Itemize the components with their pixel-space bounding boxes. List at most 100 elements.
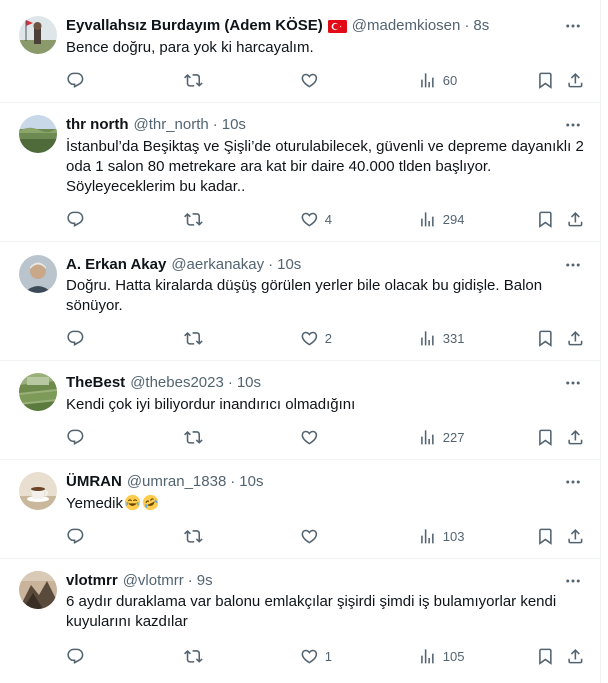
tweet-text: Doğru. Hatta kiralarda düşüş görülen yer… <box>66 277 543 314</box>
user-handle[interactable]: @thr_north <box>133 115 208 135</box>
display-name[interactable]: thr north <box>66 115 128 135</box>
reply-icon <box>67 429 84 445</box>
more-icon[interactable] <box>564 572 582 590</box>
timestamp[interactable]: 9s <box>197 571 213 591</box>
tweet[interactable]: vlotmrr @vlotmrr · 9s 6 aydır duraklama … <box>0 559 601 683</box>
more-icon[interactable] <box>564 116 582 134</box>
like-button[interactable] <box>300 70 325 90</box>
separator-dot: · <box>212 116 218 133</box>
user-handle[interactable]: @umran_1838 <box>127 472 226 492</box>
tweet-text: Kendi çok iyi biliyordur inandırıcı olma… <box>66 396 356 413</box>
share-button[interactable] <box>566 427 585 447</box>
views-button[interactable]: 227 <box>418 427 464 447</box>
like-button[interactable] <box>300 526 325 546</box>
tweet[interactable]: TheBest @thebes2023 · 10s Kendi çok iyi … <box>0 361 601 460</box>
separator-dot: · <box>268 256 274 273</box>
bookmark-button[interactable] <box>536 328 555 348</box>
reply-button[interactable] <box>66 526 91 546</box>
views-button[interactable]: 103 <box>418 526 464 546</box>
view-count: 105 <box>442 648 465 664</box>
turkey-flag-icon <box>327 19 347 33</box>
bookmark-button[interactable] <box>536 209 555 229</box>
views-button[interactable]: 294 <box>418 209 464 229</box>
retweet-button[interactable] <box>184 646 209 666</box>
face-with-tears-of-joy-icon <box>124 494 141 511</box>
bookmark-button[interactable] <box>536 526 555 546</box>
share-button[interactable] <box>566 646 585 666</box>
share-icon <box>568 72 583 88</box>
tweet-header: TheBest @thebes2023 · 10s <box>66 373 261 393</box>
retweet-button[interactable] <box>184 427 209 447</box>
display-name[interactable]: A. Erkan Akay <box>66 255 166 275</box>
more-icon[interactable] <box>564 473 582 491</box>
retweet-button[interactable] <box>184 328 209 348</box>
share-button[interactable] <box>566 328 585 348</box>
avatar[interactable] <box>19 255 57 293</box>
user-handle[interactable]: @aerkanakay <box>171 255 264 275</box>
avatar[interactable] <box>19 373 57 411</box>
user-handle[interactable]: @mademkiosen <box>352 16 461 36</box>
display-name[interactable]: TheBest <box>66 373 125 393</box>
tweet-header: vlotmrr @vlotmrr · 9s <box>66 571 213 591</box>
view-count: 103 <box>442 528 465 544</box>
rolling-on-the-floor-laughing-icon <box>142 494 159 511</box>
retweet-button[interactable] <box>184 209 209 229</box>
display-name[interactable]: ÜMRAN <box>66 472 122 492</box>
bookmark-button[interactable] <box>536 646 555 666</box>
user-handle[interactable]: @thebes2023 <box>130 373 224 393</box>
reply-button[interactable] <box>66 427 91 447</box>
reply-button[interactable] <box>66 209 91 229</box>
share-icon <box>568 211 583 227</box>
heart-icon <box>301 649 318 664</box>
reply-icon <box>67 330 84 346</box>
reply-button[interactable] <box>66 328 91 348</box>
like-button[interactable]: 1 <box>300 646 332 666</box>
retweet-button[interactable] <box>184 70 209 90</box>
reply-button[interactable] <box>66 70 91 90</box>
views-button[interactable]: 331 <box>418 328 464 348</box>
heart-icon <box>301 529 318 544</box>
timestamp[interactable]: 8s <box>473 16 489 36</box>
action-bar: 4 294 <box>0 209 601 229</box>
more-icon[interactable] <box>564 374 582 392</box>
view-count: 60 <box>442 72 458 88</box>
more-icon[interactable] <box>564 256 582 274</box>
avatar[interactable] <box>19 16 57 54</box>
share-button[interactable] <box>566 209 585 229</box>
view-count: 331 <box>442 330 465 346</box>
tweet[interactable]: Eyvallahsız Burdayım (Adem KÖSE) @mademk… <box>0 0 601 103</box>
tweet[interactable]: thr north @thr_north · 10s İstanbul’da B… <box>0 103 601 242</box>
action-bar: 227 <box>0 427 601 447</box>
avatar[interactable] <box>19 571 57 609</box>
like-button[interactable]: 2 <box>300 328 332 348</box>
tweet[interactable]: A. Erkan Akay @aerkanakay · 10s Doğru. H… <box>0 242 601 361</box>
retweet-button[interactable] <box>184 526 209 546</box>
views-button[interactable]: 60 <box>418 70 457 90</box>
timestamp[interactable]: 10s <box>237 373 261 393</box>
display-name[interactable]: Eyvallahsız Burdayım (Adem KÖSE) <box>66 16 323 36</box>
tweet-text-container: Yemedik <box>66 494 594 514</box>
display-name[interactable]: vlotmrr <box>66 571 118 591</box>
user-handle[interactable]: @vlotmrr <box>123 571 184 591</box>
views-button[interactable]: 105 <box>418 646 464 666</box>
like-count: 1 <box>324 648 332 664</box>
reply-icon <box>67 211 84 227</box>
action-bar: 1 105 <box>0 646 601 666</box>
avatar[interactable] <box>19 115 57 153</box>
bookmark-button[interactable] <box>536 70 555 90</box>
share-icon <box>568 648 583 664</box>
like-button[interactable]: 4 <box>300 209 332 229</box>
like-button[interactable] <box>300 427 325 447</box>
timestamp[interactable]: 10s <box>222 115 246 135</box>
avatar[interactable] <box>19 472 57 510</box>
share-button[interactable] <box>566 526 585 546</box>
retweet-icon <box>184 529 203 543</box>
tweet[interactable]: ÜMRAN @umran_1838 · 10s Yemedik 103 <box>0 460 601 559</box>
reply-button[interactable] <box>66 646 91 666</box>
bookmark-button[interactable] <box>536 427 555 447</box>
more-icon[interactable] <box>564 17 582 35</box>
share-button[interactable] <box>566 70 585 90</box>
timestamp[interactable]: 10s <box>239 472 263 492</box>
tweet-text: Yemedik <box>66 495 123 512</box>
timestamp[interactable]: 10s <box>277 255 301 275</box>
